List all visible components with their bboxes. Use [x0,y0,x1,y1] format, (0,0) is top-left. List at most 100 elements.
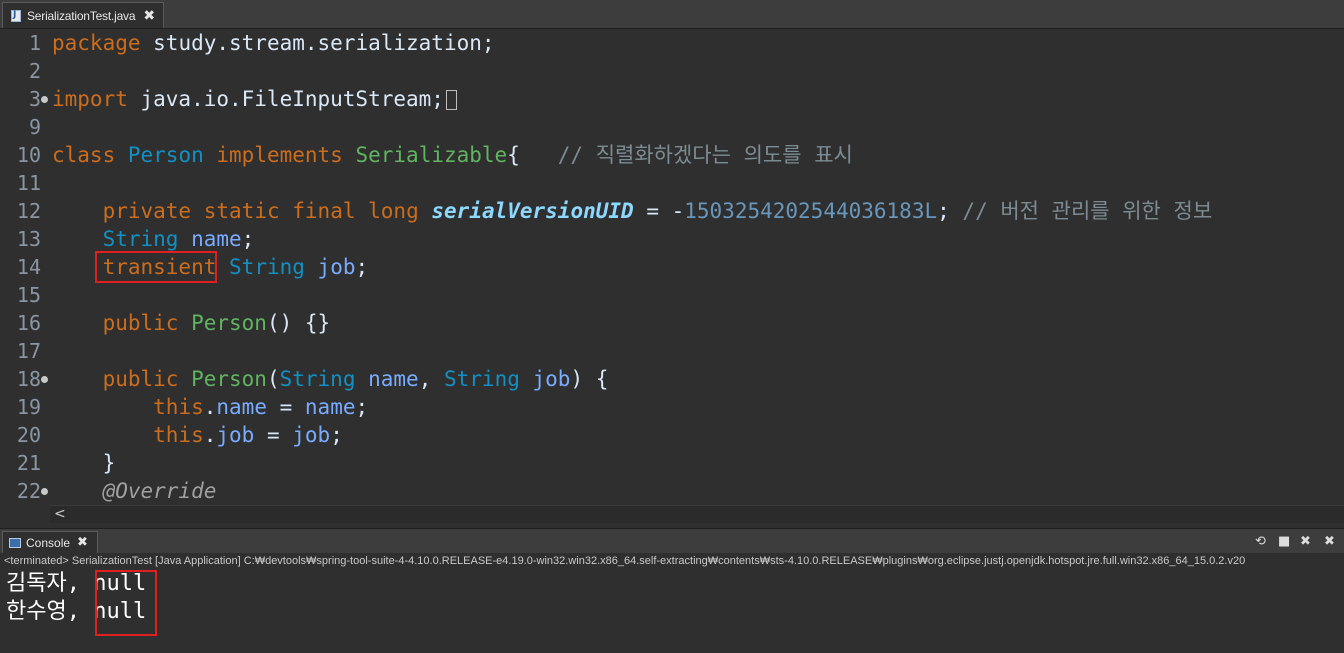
tab-label: SerializationTest.java [27,8,136,23]
code-token: ; [355,255,369,279]
line-number: 2 [28,59,41,83]
code-line[interactable]: 11 [0,169,1344,197]
line-number: 15 [16,283,41,307]
code-text: this.job = job; [52,421,343,449]
code-token: public [102,367,179,391]
code-line[interactable]: 17 [0,337,1344,365]
code-token: ; [355,395,369,419]
code-token: // 버전 관리를 위한 정보 [962,199,1213,223]
line-number: 13 [16,227,41,251]
code-token: implements [216,143,343,167]
code-line[interactable]: 12 private static final long serialVersi… [0,197,1344,225]
code-text: package study.stream.serialization; [52,29,495,57]
code-line[interactable]: 20 this.job = job; [0,421,1344,449]
console-output[interactable]: 김독자, null 한수영, null [0,570,1344,653]
code-text: } [52,449,116,477]
code-token: job [317,255,356,279]
code-text: @Override [52,477,217,505]
code-line[interactable]: 10 class Person implements Serializable{ … [0,141,1344,169]
code-line[interactable]: 18 public Person(String name, String job… [0,365,1344,393]
code-token: private [102,199,192,223]
code-token: . [203,395,217,419]
code-line[interactable]: 15 [0,281,1344,309]
line-number: 19 [16,395,41,419]
code-line[interactable]: 9 [0,113,1344,141]
line-number: 14 [16,255,41,279]
code-token: package [52,31,141,55]
relaunch-icon[interactable]: ⟲ [1255,535,1266,549]
code-token: // 직렬화하겠다는 의도를 표시 [557,143,853,167]
line-number: 11 [16,171,41,195]
code-editor[interactable]: 1 package study.stream.serialization; 2 3 im… [0,29,1344,506]
code-line[interactable]: 16 public Person() {} [0,309,1344,337]
code-text: class Person implements Serializable{ //… [52,141,853,169]
line-number: 18 [16,367,41,391]
fold-toggle-icon[interactable] [41,96,48,103]
code-token: String [102,227,179,251]
code-token: String [229,255,305,279]
code-token: = [254,423,293,447]
tab-serialization-test-java[interactable]: SerializationTest.java ✖ [2,2,164,28]
code-text: public Person() {} [52,309,331,337]
code-line[interactable]: 19 this.name = name; [0,393,1344,421]
tab-console[interactable]: Console ✖ [2,531,98,553]
output-name: 한수영, [6,599,94,624]
code-token: this [153,423,204,447]
code-token: } [52,451,116,475]
fold-toggle-icon[interactable] [41,488,48,495]
collapsed-block-icon[interactable] [445,90,457,110]
console-tab-label: Console [26,535,71,550]
code-token: . [203,423,217,447]
code-token: job [532,367,571,391]
code-line[interactable]: 2 [0,57,1344,85]
code-token: String [444,367,520,391]
remove-launch-icon[interactable]: ✖ [1300,535,1311,549]
code-line[interactable]: 3 import java.io.FileInputStream; [0,85,1344,113]
code-token: name [191,227,242,251]
code-token: 1503254202544036183L [684,199,938,223]
code-token: this [153,395,204,419]
code-text: import java.io.FileInputStream; [52,85,457,113]
close-icon[interactable]: ✖ [77,535,88,550]
code-line[interactable]: 22 @Override [0,477,1344,505]
code-line[interactable]: 13 String name; [0,225,1344,253]
remove-all-icon[interactable]: ✖ [1324,535,1335,549]
scroll-left-icon[interactable]: < [54,506,66,523]
code-token: name [304,395,356,419]
code-token: { [507,143,558,167]
code-token: study.stream.serialization; [140,31,495,55]
code-token: Serializable [355,143,508,167]
console-icon [9,537,21,548]
code-token: job [292,423,331,447]
code-token: Person [191,367,267,391]
code-line[interactable]: 1 package study.stream.serialization; [0,29,1344,57]
code-line[interactable]: 21 } [0,449,1344,477]
horizontal-scrollbar[interactable]: < [50,505,1344,523]
code-token: () {} [266,311,331,335]
terminate-icon[interactable]: ■ [1278,535,1290,549]
line-number: 16 [16,311,41,335]
line-number: 1 [28,31,41,55]
code-token: job [216,423,255,447]
code-token: ; [330,423,343,447]
output-name: 김독자, [6,571,94,596]
fold-toggle-icon[interactable] [41,376,48,383]
close-icon[interactable]: ✖ [143,9,155,23]
line-number: 21 [16,451,41,475]
console-process-label: <terminated> SerializationTest [Java App… [4,555,1246,567]
code-token: = - [633,199,685,223]
code-text: this.name = name; [52,393,368,421]
